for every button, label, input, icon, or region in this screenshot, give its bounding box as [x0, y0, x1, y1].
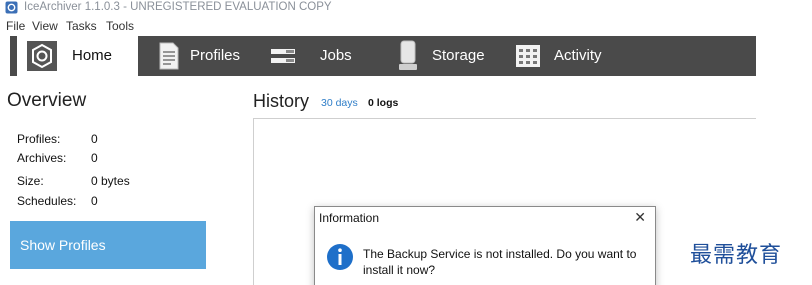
close-icon[interactable]: ✕ — [634, 209, 646, 226]
nav-label-activity: Activity — [554, 47, 602, 64]
nav-label-jobs: Jobs — [320, 47, 352, 64]
activity-grid-icon — [516, 45, 540, 67]
stat-value: 0 — [91, 132, 98, 146]
show-profiles-label: Show Profiles — [20, 237, 106, 253]
menu-bar: File View Tasks Tools — [0, 17, 812, 34]
jobs-list-icon — [271, 49, 295, 63]
menu-tools[interactable]: Tools — [106, 19, 134, 33]
profiles-document-icon — [159, 42, 179, 70]
app-icon — [5, 1, 18, 14]
nav-label-storage: Storage — [432, 47, 485, 64]
menu-view[interactable]: View — [32, 19, 58, 33]
watermark-text: 最需教育 — [690, 243, 783, 268]
history-range-link[interactable]: 30 days — [321, 97, 358, 109]
nav-label-profiles: Profiles — [190, 47, 241, 64]
title-bar: IceArchiver 1.1.0.3 - UNREGISTERED EVALU… — [0, 0, 812, 17]
main-nav-bar: Home Profiles Jobs Storage Activity — [10, 36, 756, 76]
dialog-title-bar: Information ✕ — [315, 207, 655, 227]
dialog-title: Information — [319, 211, 380, 225]
stat-value: 0 — [91, 194, 98, 208]
info-icon — [327, 244, 353, 270]
nav-tab-storage[interactable]: Storage — [392, 36, 502, 76]
history-heading: History — [253, 91, 310, 111]
nav-tab-jobs[interactable]: Jobs — [260, 36, 352, 76]
dialog-message: The Backup Service is not installed. Do … — [363, 247, 637, 277]
stat-value: 0 — [91, 151, 98, 165]
stat-value: 0 bytes — [91, 174, 130, 188]
overview-heading: Overview — [7, 90, 87, 111]
storage-drive-icon — [399, 40, 417, 70]
nav-label-home: Home — [72, 47, 113, 64]
nav-tab-home[interactable]: Home — [17, 36, 138, 76]
stat-label: Size: — [17, 174, 44, 188]
home-icon — [27, 41, 57, 71]
information-dialog: Information ✕ The Backup Service is not … — [314, 206, 656, 285]
menu-tasks[interactable]: Tasks — [66, 19, 97, 33]
window-title: IceArchiver 1.1.0.3 - UNREGISTERED EVALU… — [24, 1, 332, 13]
menu-file[interactable]: File — [6, 19, 25, 33]
nav-tab-activity[interactable]: Activity — [512, 36, 622, 76]
nav-tab-profiles[interactable]: Profiles — [150, 36, 250, 76]
stat-label: Schedules: — [17, 194, 77, 208]
stat-label: Profiles: — [17, 132, 61, 146]
history-log-count: 0 logs — [368, 97, 399, 109]
stat-label: Archives: — [17, 151, 67, 165]
show-profiles-button[interactable]: Show Profiles — [10, 221, 206, 269]
